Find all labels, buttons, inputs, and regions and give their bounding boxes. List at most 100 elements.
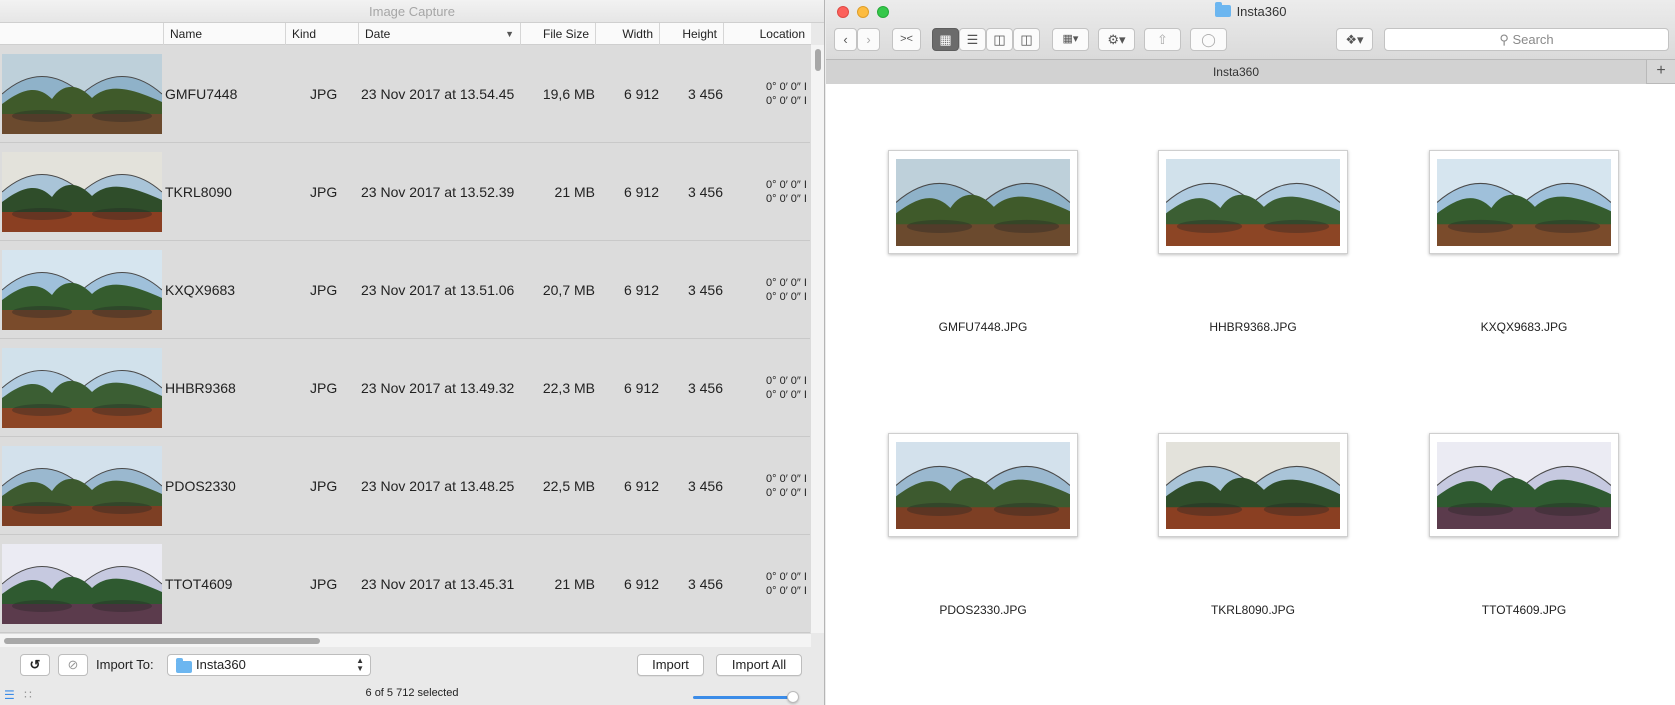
- location-longitude: 0° 0′ 0″ I: [766, 193, 807, 205]
- forward-button[interactable]: ›: [857, 28, 880, 51]
- rotate-left-icon: ↺: [29, 657, 41, 672]
- location-longitude: 0° 0′ 0″ I: [766, 95, 807, 107]
- vertical-scrollbar[interactable]: [810, 45, 824, 633]
- column-view-button[interactable]: ◫: [986, 28, 1013, 51]
- column-header-location[interactable]: Location: [723, 23, 811, 45]
- tab-insta360[interactable]: Insta360: [826, 60, 1647, 84]
- scrollbar-knob[interactable]: [815, 49, 821, 71]
- column-header-width[interactable]: Width: [595, 23, 659, 45]
- sort-descending-icon: ▼: [505, 29, 514, 39]
- share-icon: ⇧: [1157, 32, 1168, 47]
- table-header: Name Kind Date ▼ File Size Width Height …: [0, 23, 811, 45]
- table-row[interactable]: TKRL8090 JPG 23 Nov 2017 at 13.52.39 21 MB 6…: [0, 143, 811, 241]
- table-row[interactable]: PDOS2330 JPG 23 Nov 2017 at 13.48.25 22,5 M…: [0, 437, 811, 535]
- cell-date: 23 Nov 2017 at 13.48.25: [361, 478, 515, 494]
- table-row[interactable]: HHBR9368 JPG 23 Nov 2017 at 13.49.32 22,3 M…: [0, 339, 811, 437]
- image-thumbnail: [2, 348, 162, 428]
- cell-width: 6 912: [623, 184, 659, 200]
- cell-height: 3 456: [687, 184, 723, 200]
- image-capture-window: Image Capture Name Kind Date ▼ File Size…: [0, 0, 825, 705]
- file-preview: [1158, 150, 1348, 254]
- location-longitude: 0° 0′ 0″ I: [766, 487, 807, 499]
- rotate-left-button[interactable]: ↺: [20, 654, 50, 676]
- file-name: KXQX9683.JPG: [1480, 320, 1568, 334]
- cell-width: 6 912: [623, 282, 659, 298]
- back-button[interactable]: ‹: [834, 28, 857, 51]
- cell-file-size: 22,5 MB: [542, 478, 595, 494]
- image-thumbnail: [1166, 442, 1340, 529]
- folder-icon: [176, 658, 192, 673]
- table-row[interactable]: KXQX9683 JPG 23 Nov 2017 at 13.51.06 20,7 M…: [0, 241, 811, 339]
- cell-file-size: 21 MB: [554, 184, 595, 200]
- cover-flow-button[interactable]: ◫: [1013, 28, 1040, 51]
- search-field[interactable]: ⚲ Search: [1384, 28, 1669, 51]
- cell-date: 23 Nov 2017 at 13.52.39: [361, 184, 515, 200]
- folder-icon: [1214, 2, 1231, 17]
- finder-window: Insta360 ‹ › >< ▦ ☰ ◫ ◫ ▦▾ ⚙▾ ⇧ ◯ ❖▾ ⚲ S…: [826, 0, 1675, 705]
- cell-name: TTOT4609: [165, 576, 233, 592]
- gear-icon: ⚙▾: [1107, 32, 1126, 47]
- cell-file-size: 19,6 MB: [542, 86, 595, 102]
- image-thumbnail: [2, 152, 162, 232]
- chevron-up-down-icon: ▲ ▼: [356, 656, 364, 673]
- cell-name: TKRL8090: [165, 184, 232, 200]
- column-header-date[interactable]: Date ▼: [358, 23, 520, 45]
- icon-view-button[interactable]: ▦: [932, 28, 959, 51]
- finder-toolbar: Insta360 ‹ › >< ▦ ☰ ◫ ◫ ▦▾ ⚙▾ ⇧ ◯ ❖▾ ⚲ S…: [826, 0, 1675, 60]
- slider-knob[interactable]: [787, 691, 799, 703]
- list-view-button[interactable]: ☰: [959, 28, 986, 51]
- window-title: Image Capture: [0, 0, 824, 23]
- file-preview: [888, 150, 1078, 254]
- image-thumbnail: [2, 250, 162, 330]
- file-name: TKRL8090.JPG: [1210, 603, 1296, 617]
- finder-content: GMFU7448.JPG HHBR9368.JPG KXQX9683.JPG PDOS…: [826, 84, 1675, 705]
- column-header-thumbnail[interactable]: [0, 23, 163, 45]
- finder-title-text: Insta360: [1236, 4, 1287, 19]
- image-thumbnail: [2, 446, 162, 526]
- cell-name: PDOS2330: [165, 478, 236, 494]
- table-row[interactable]: GMFU7448 JPG 23 Nov 2017 at 13.54.45 19,6 M…: [0, 45, 811, 143]
- delete-button[interactable]: ⊘: [58, 654, 88, 676]
- file-name: PDOS2330.JPG: [939, 603, 1027, 617]
- thumbnail-size-slider[interactable]: [693, 691, 799, 703]
- chevron-right-icon: ›: [866, 32, 871, 47]
- cell-name: HHBR9368: [165, 380, 236, 396]
- search-placeholder: Search: [1512, 32, 1554, 47]
- remote-control-button[interactable]: ><: [892, 28, 921, 51]
- cover-flow-icon: ◫: [1020, 32, 1033, 47]
- cell-location: 0° 0′ 0″ I 0° 0′ 0″ I: [766, 437, 811, 535]
- cell-location: 0° 0′ 0″ I 0° 0′ 0″ I: [766, 241, 811, 339]
- import-to-select[interactable]: Insta360 ▲ ▼: [167, 654, 371, 676]
- cell-width: 6 912: [623, 478, 659, 494]
- icon-view-icon: ▦: [939, 32, 952, 47]
- column-header-kind[interactable]: Kind: [285, 23, 358, 45]
- dropbox-button[interactable]: ❖▾: [1336, 28, 1373, 51]
- cell-height: 3 456: [687, 86, 723, 102]
- column-header-name[interactable]: Name: [163, 23, 285, 45]
- plus-icon: +: [1656, 62, 1666, 79]
- horizontal-scrollbar[interactable]: [0, 633, 811, 647]
- column-header-height[interactable]: Height: [659, 23, 723, 45]
- import-button[interactable]: Import: [637, 654, 704, 676]
- cell-name: KXQX9683: [165, 282, 236, 298]
- image-thumbnail: [1166, 159, 1340, 246]
- new-tab-button[interactable]: +: [1647, 60, 1675, 84]
- tags-button[interactable]: ◯: [1190, 28, 1227, 51]
- arrange-button[interactable]: ▦▾: [1052, 28, 1089, 51]
- scrollbar-knob[interactable]: [4, 638, 320, 644]
- table-row[interactable]: TTOT4609 JPG 23 Nov 2017 at 13.45.31 21 MB 6…: [0, 535, 811, 633]
- import-all-button[interactable]: Import All: [716, 654, 802, 676]
- cell-kind: JPG: [310, 86, 338, 102]
- cell-kind: JPG: [310, 184, 338, 200]
- tag-icon: ◯: [1201, 32, 1216, 47]
- cell-height: 3 456: [687, 576, 723, 592]
- cell-date: 23 Nov 2017 at 13.54.45: [361, 86, 515, 102]
- finder-tab-bar: Insta360 +: [826, 60, 1675, 84]
- action-button[interactable]: ⚙▾: [1098, 28, 1135, 51]
- share-button[interactable]: ⇧: [1144, 28, 1181, 51]
- chevron-left-icon: ‹: [843, 32, 848, 47]
- cell-date: 23 Nov 2017 at 13.45.31: [361, 576, 515, 592]
- column-header-file-size[interactable]: File Size: [520, 23, 595, 45]
- cell-kind: JPG: [310, 478, 338, 494]
- cell-name: GMFU7448: [165, 86, 238, 102]
